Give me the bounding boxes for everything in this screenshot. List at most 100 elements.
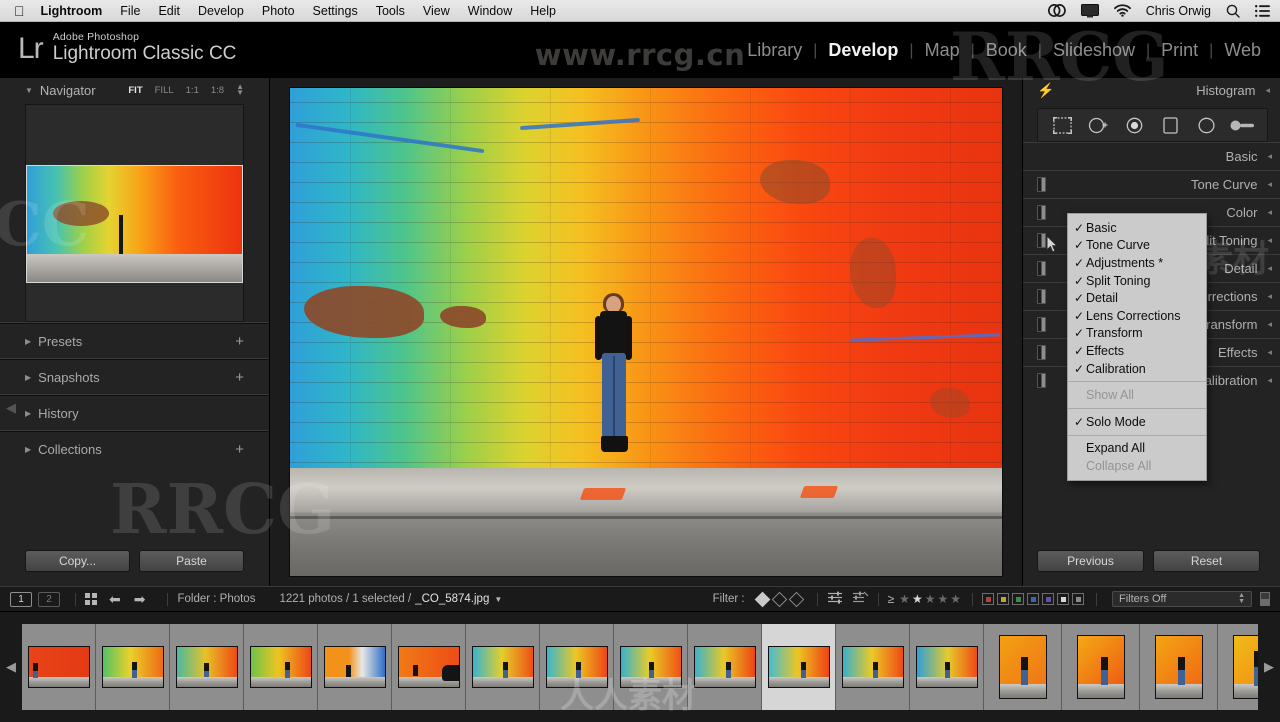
view-mode-2[interactable]: 2	[38, 591, 60, 607]
display-icon[interactable]	[1080, 3, 1099, 18]
collapse-icon[interactable]: ◂	[1267, 347, 1271, 358]
panel-switch-icon[interactable]	[1037, 373, 1046, 388]
sidebar-item-history[interactable]: ▶ History	[25, 396, 244, 430]
photo-preview[interactable]	[290, 88, 1002, 576]
search-icon[interactable]	[1226, 4, 1240, 18]
menu-view[interactable]: View	[423, 4, 450, 18]
filmstrip-thumb-9[interactable]	[614, 624, 688, 710]
arrow-right-icon[interactable]: ➡	[134, 591, 146, 608]
collapse-icon[interactable]: ◂	[1267, 319, 1271, 330]
menu-tools[interactable]: Tools	[376, 4, 405, 18]
color-label-purple[interactable]	[1042, 593, 1054, 605]
creative-cloud-icon[interactable]	[1047, 4, 1066, 17]
arrow-left-icon[interactable]: ⬅	[109, 591, 121, 608]
panel-switch-icon[interactable]	[1037, 317, 1046, 332]
apple-icon[interactable]: 	[14, 4, 25, 18]
menu-window[interactable]: Window	[468, 4, 512, 18]
filmstrip-thumb-7[interactable]	[466, 624, 540, 710]
add-preset-icon[interactable]: +	[235, 334, 244, 349]
filter-preset-dropdown[interactable]: Filters Off ▲ ▼	[1112, 591, 1252, 607]
crop-overlay-icon[interactable]	[1049, 114, 1075, 136]
context-menu-item-split-toning[interactable]: ✓ Split Toning	[1068, 272, 1206, 290]
filmstrip-thumb-15[interactable]	[1062, 624, 1140, 710]
collapse-icon[interactable]: ◂	[1267, 263, 1271, 274]
scroll-right-icon[interactable]: ▶	[1258, 659, 1280, 675]
collapse-icon[interactable]: ◂	[1265, 85, 1269, 96]
color-label-yellow[interactable]	[997, 593, 1009, 605]
filmstrip-thumb-13[interactable]	[910, 624, 984, 710]
filmstrip-track[interactable]	[22, 624, 1258, 710]
panel-switch-icon[interactable]	[1037, 261, 1046, 276]
rating-star-2[interactable]: ★	[912, 592, 923, 606]
collapse-icon[interactable]: ◂	[1267, 375, 1271, 386]
menu-edit[interactable]: Edit	[158, 4, 180, 18]
module-slideshow[interactable]: Slideshow	[1042, 40, 1146, 61]
zoom-1-1[interactable]: 1:1	[186, 85, 199, 96]
context-menu-item-detail[interactable]: ✓ Detail	[1068, 289, 1206, 307]
context-menu-item-effects[interactable]: ✓ Effects	[1068, 342, 1206, 360]
source-label[interactable]: Folder : Photos	[177, 593, 255, 605]
lock-icon[interactable]	[1260, 592, 1270, 606]
copy-button[interactable]: Copy...	[25, 550, 130, 572]
menu-bar-user-name[interactable]: Chris Orwig	[1146, 4, 1211, 18]
zoom-1-8[interactable]: 1:8	[211, 85, 224, 96]
menu-settings[interactable]: Settings	[313, 4, 358, 18]
collapse-icon[interactable]: ◂	[1267, 291, 1271, 302]
filmstrip-thumb-12[interactable]	[836, 624, 910, 710]
sidebar-item-snapshots[interactable]: ▶ Snapshots +	[25, 360, 244, 394]
collapse-left-panel-icon[interactable]: ◀	[6, 400, 16, 416]
flag-rejected-icon[interactable]	[788, 591, 804, 607]
stepper-icon[interactable]: ▲ ▼	[1238, 592, 1245, 605]
color-label-none[interactable]	[1072, 593, 1084, 605]
rating-star-5[interactable]: ★	[950, 592, 961, 606]
panel-context-menu[interactable]: ✓ Basic ✓ Tone Curve ✓ Adjustments * ✓ S…	[1067, 213, 1207, 481]
add-collection-icon[interactable]: +	[235, 442, 244, 457]
filmstrip-thumb-17[interactable]	[1218, 624, 1258, 710]
reset-button[interactable]: Reset	[1153, 550, 1260, 572]
sort-filter-icon[interactable]	[852, 591, 869, 607]
control-center-icon[interactable]	[1255, 4, 1270, 17]
panel-switch-icon[interactable]	[1037, 177, 1046, 192]
context-menu-item-adjustments[interactable]: ✓ Adjustments *	[1068, 254, 1206, 272]
rating-star-4[interactable]: ★	[937, 592, 948, 606]
context-menu-item-basic[interactable]: ✓ Basic	[1068, 219, 1206, 237]
filmstrip-thumb-2[interactable]	[96, 624, 170, 710]
filmstrip-thumb-4[interactable]	[244, 624, 318, 710]
filmstrip-thumb-3[interactable]	[170, 624, 244, 710]
adjustment-brush-icon[interactable]	[1230, 114, 1256, 136]
wifi-icon[interactable]	[1113, 4, 1131, 17]
menu-photo[interactable]: Photo	[262, 4, 295, 18]
rating-star-3[interactable]: ★	[925, 592, 936, 606]
color-label-green[interactable]	[1012, 593, 1024, 605]
panel-row-tone-curve[interactable]: Tone Curve ◂	[1023, 170, 1280, 198]
histogram-header[interactable]: ⚡ Histogram ◂	[1037, 78, 1270, 102]
sidebar-item-collections[interactable]: ▶ Collections +	[25, 432, 244, 466]
navigator-header[interactable]: ▼ Navigator FIT FILL 1:1 1:8 ▲ ▼	[25, 78, 244, 102]
module-develop[interactable]: Develop	[817, 40, 909, 61]
image-canvas[interactable]	[270, 78, 1022, 586]
triangle-down-icon[interactable]: ▼	[25, 86, 33, 95]
collapse-icon[interactable]: ◂	[1267, 179, 1271, 190]
collapse-icon[interactable]: ◂	[1267, 151, 1271, 162]
collapse-icon[interactable]: ◂	[1267, 207, 1271, 218]
context-menu-item-tone-curve[interactable]: ✓ Tone Curve	[1068, 237, 1206, 255]
navigator-preview[interactable]	[25, 104, 244, 322]
filmstrip-thumb-10[interactable]	[688, 624, 762, 710]
panel-switch-icon[interactable]	[1037, 345, 1046, 360]
chevron-down-icon[interactable]: ▼	[494, 595, 502, 604]
context-menu-item-solo-mode[interactable]: ✓ Solo Mode	[1068, 413, 1206, 431]
module-map[interactable]: Map	[914, 40, 971, 61]
menu-lightroom[interactable]: Lightroom	[41, 4, 103, 18]
rating-star-1[interactable]: ★	[899, 592, 910, 606]
graduated-filter-icon[interactable]	[1158, 114, 1184, 136]
context-menu-item-expand-all[interactable]: Expand All	[1068, 440, 1206, 458]
zoom-fill[interactable]: FILL	[155, 85, 174, 96]
collapse-icon[interactable]: ◂	[1267, 235, 1271, 246]
panel-switch-icon[interactable]	[1037, 289, 1046, 304]
module-library[interactable]: Library	[736, 40, 813, 61]
current-filename[interactable]: _CO_5874.jpg	[415, 593, 489, 605]
sort-ascending-icon[interactable]	[827, 591, 843, 607]
module-book[interactable]: Book	[975, 40, 1038, 61]
color-label-red[interactable]	[982, 593, 994, 605]
module-web[interactable]: Web	[1213, 40, 1272, 61]
